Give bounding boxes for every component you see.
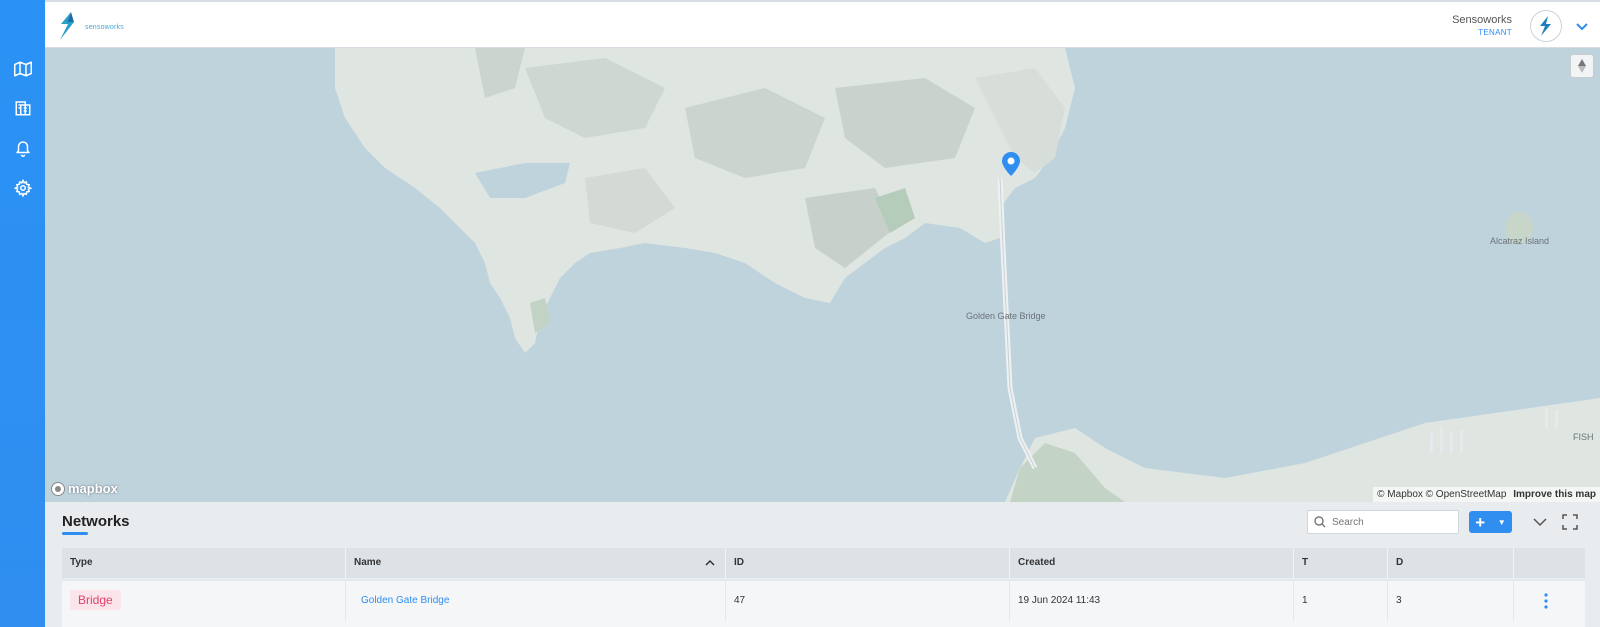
mapbox-mark-icon — [51, 481, 65, 496]
sort-asc-icon[interactable] — [705, 558, 715, 568]
map-label-island: Alcatraz Island — [1490, 236, 1550, 246]
improve-map-link[interactable]: Improve this map — [1513, 489, 1596, 500]
map-terrain — [335, 48, 1600, 502]
sidebar-item-alerts[interactable] — [10, 135, 36, 161]
search-box[interactable] — [1307, 510, 1459, 534]
map-label-fisherman: FISH — [1573, 432, 1594, 442]
chevron-down-icon[interactable] — [1531, 513, 1549, 531]
column-header-t[interactable]: T — [1294, 548, 1388, 578]
compass-button[interactable] — [1570, 54, 1594, 78]
column-header-name[interactable]: Name — [346, 548, 726, 578]
sidebar — [0, 0, 45, 627]
table-row[interactable]: Bridge Golden Gate Bridge 47 19 Jun 2024… — [62, 580, 1585, 627]
caret-down-icon: ▼ — [1497, 517, 1506, 527]
column-header-created[interactable]: Created — [1010, 548, 1294, 578]
cell-type: Bridge — [62, 581, 346, 621]
search-input[interactable] — [1332, 516, 1450, 528]
logo-text: sensoworks — [85, 24, 124, 31]
chevron-down-icon[interactable] — [1574, 18, 1590, 34]
lightning-logo-icon — [1540, 16, 1551, 36]
mapbox-logo[interactable]: mapbox — [51, 481, 118, 496]
column-header-id[interactable]: ID — [726, 548, 1010, 578]
compass-icon — [1578, 59, 1586, 73]
fullscreen-icon[interactable] — [1561, 513, 1579, 531]
map-attribution: © Mapbox © OpenStreetMap Improve this ma… — [1373, 487, 1600, 502]
column-header-d[interactable]: D — [1388, 548, 1514, 578]
cell-created: 19 Jun 2024 11:43 — [1010, 581, 1294, 621]
sidebar-item-buildings[interactable] — [10, 95, 36, 121]
gear-icon — [14, 179, 32, 197]
add-network-button[interactable]: + ▼ — [1469, 511, 1512, 533]
attribution-text[interactable]: © Mapbox © OpenStreetMap — [1377, 489, 1506, 500]
column-header-type[interactable]: Type — [62, 548, 346, 578]
map-view[interactable]: Golden Gate Bridge Alcatraz Island FISH … — [45, 48, 1600, 502]
map-icon — [14, 61, 32, 77]
cell-name: Golden Gate Bridge — [346, 581, 726, 621]
map-label-bridge: Golden Gate Bridge — [966, 311, 1046, 321]
title-underline — [62, 532, 88, 535]
buildings-icon — [15, 101, 31, 116]
top-header: sensoworks Sensoworks TENANT — [45, 0, 1600, 48]
search-icon — [1314, 516, 1326, 528]
networks-panel: Networks + ▼ Type Name ID Created T D Br… — [45, 502, 1600, 627]
panel-title: Networks — [62, 513, 130, 530]
sidebar-item-settings[interactable] — [10, 175, 36, 201]
cell-t: 1 — [1294, 581, 1388, 621]
sidebar-item-map[interactable] — [10, 56, 36, 82]
table-header: Type Name ID Created T D — [62, 548, 1585, 578]
type-badge: Bridge — [70, 590, 121, 610]
tenant-name: Sensoworks — [1452, 14, 1512, 26]
sensoworks-logo[interactable]: sensoworks — [57, 10, 124, 42]
mapbox-logo-text: mapbox — [68, 481, 118, 496]
more-options-icon[interactable] — [1542, 592, 1550, 610]
add-label: + — [1475, 512, 1486, 532]
cell-id: 47 — [726, 581, 1010, 621]
avatar[interactable] — [1530, 10, 1562, 42]
bell-icon — [16, 141, 30, 157]
location-pin-icon[interactable] — [1002, 152, 1020, 176]
cell-d: 3 — [1388, 581, 1514, 621]
network-name-link[interactable]: Golden Gate Bridge — [361, 595, 449, 606]
tenant-role: TENANT — [1478, 28, 1512, 37]
